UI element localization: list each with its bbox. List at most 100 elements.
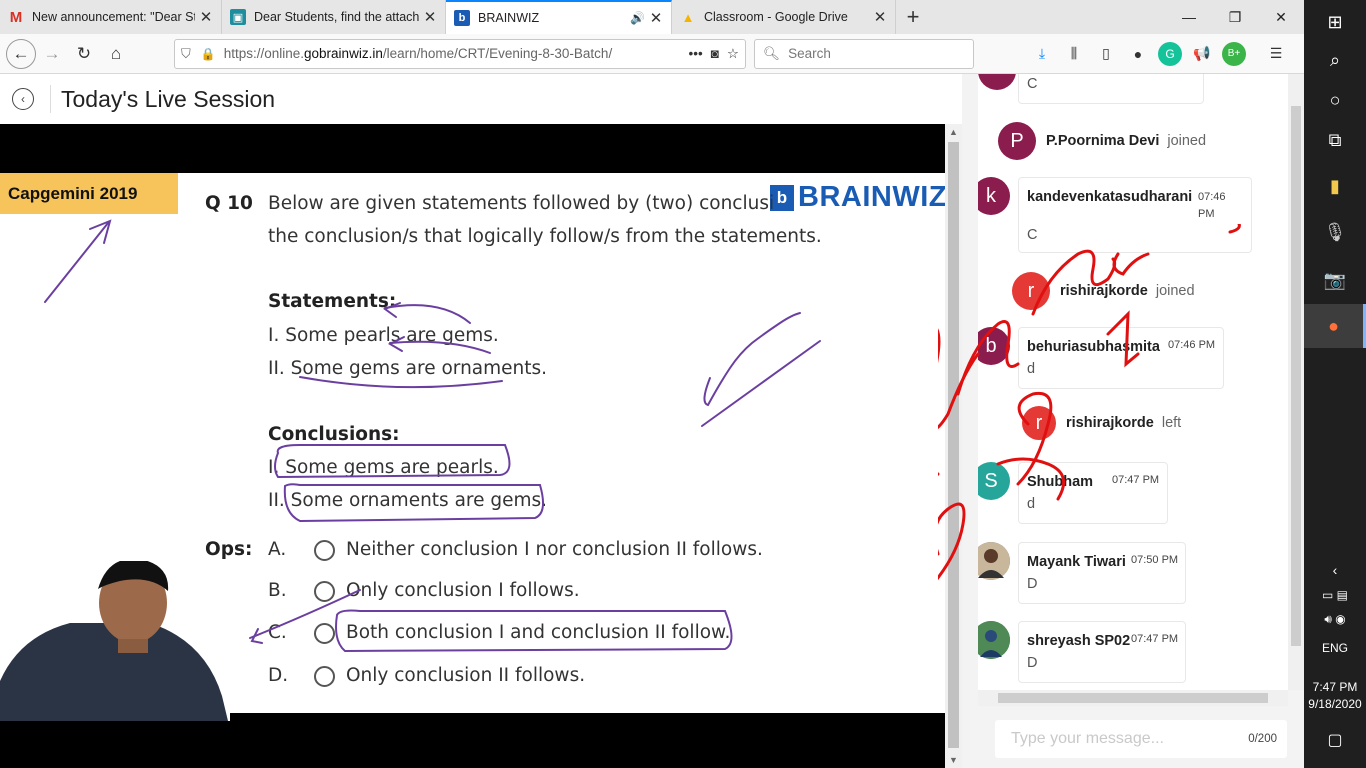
option-b-radio: [314, 581, 335, 602]
shield-icon[interactable]: ⛉: [181, 46, 191, 62]
chat-horizontal-scrollbar[interactable]: [978, 690, 1288, 706]
back-button[interactable]: ←: [6, 38, 36, 69]
recorder-icon[interactable]: 🎙: [1304, 210, 1366, 254]
chat-scrollbar[interactable]: [1288, 74, 1304, 690]
slide: Capgemini 2019 b BRAINWIZ Q 10 Below are…: [0, 173, 945, 721]
header-divider: [50, 85, 51, 113]
grammarly-icon[interactable]: G: [1158, 41, 1182, 66]
option-b-letter: B.: [268, 580, 287, 601]
live-video[interactable]: Capgemini 2019 b BRAINWIZ Q 10 Below are…: [0, 124, 945, 768]
option-c-radio: [314, 623, 335, 644]
forward-button[interactable]: →: [36, 38, 68, 70]
menu-icon[interactable]: ☰: [1264, 42, 1288, 66]
chat-input-box: 0/200: [995, 720, 1287, 758]
question-line-1: Below are given statements followed by (…: [268, 193, 775, 214]
firefox-icon[interactable]: ●: [1304, 304, 1366, 348]
tab-title: BRAINWIZ: [478, 11, 540, 25]
company-tag: Capgemini 2019: [0, 173, 178, 214]
scroll-up-icon[interactable]: ▲: [945, 124, 962, 140]
brainwiz-icon: b: [454, 10, 470, 26]
message-bubble: [1018, 621, 1186, 683]
new-tab-button[interactable]: +: [896, 0, 930, 34]
language-indicator[interactable]: ENG: [1304, 641, 1366, 655]
statement-1: I. Some pearls are gems.: [268, 325, 499, 346]
url-text: https://online.gobrainwiz.in/learn/home/…: [223, 46, 613, 61]
tab-gmail[interactable]: M New announcement: "Dear Stu ✕: [0, 0, 222, 34]
pocket-icon[interactable]: ◙: [711, 46, 719, 61]
tab-classroom[interactable]: ▣ Dear Students, find the attache ✕: [222, 0, 446, 34]
option-a-radio: [314, 540, 335, 561]
windows-taskbar: ⊞ ⌕ ○ ⧉ ▮ 🎙 📷 ● ‹ ▭ ▤ 🔊︎ ◉ ENG 7:47 PM 9…: [1304, 0, 1366, 768]
notifications-icon[interactable]: ▢: [1304, 730, 1366, 750]
annotation-ink-red: [938, 224, 1241, 581]
extension-icon[interactable]: B+: [1222, 41, 1246, 66]
conclusion-2: II. Some ornaments are gems.: [268, 490, 548, 511]
conclusions-heading: Conclusions:: [268, 424, 400, 445]
task-view-icon[interactable]: ⧉: [1304, 118, 1366, 162]
tab-title: Dear Students, find the attache: [254, 10, 419, 24]
question-number: Q 10: [205, 193, 253, 214]
option-d-letter: D.: [268, 665, 289, 686]
chat-message-input[interactable]: [1011, 730, 1249, 748]
option-c-letter: C.: [268, 622, 287, 643]
reload-button[interactable]: ↻: [68, 38, 100, 70]
download-icon[interactable]: ⤓: [1030, 42, 1054, 66]
message-bubble: [1018, 74, 1204, 104]
join-notice: P P.Poornima Devi joined: [998, 122, 1206, 160]
page-header: ‹ Today's Live Session: [0, 74, 962, 124]
screen: M New announcement: "Dear Stu ✕ ▣ Dear S…: [0, 0, 1366, 768]
char-counter: 0/200: [1248, 733, 1277, 745]
scrollbar-thumb[interactable]: [1291, 106, 1301, 646]
tab-google-drive[interactable]: ▲ Classroom - Google Drive ✕: [672, 0, 896, 34]
clock-time[interactable]: 7:47 PM: [1304, 680, 1366, 694]
scrollbar-thumb[interactable]: [998, 693, 1268, 703]
navigation-bar: ← → ↻ ⌂ ⛉ 🔒 https://online.gobrainwiz.in…: [0, 34, 1304, 74]
option-d-radio: [314, 666, 335, 687]
close-window-button[interactable]: ✕: [1258, 0, 1304, 34]
browser-tab-strip: M New announcement: "Dear Stu ✕ ▣ Dear S…: [0, 0, 1304, 34]
speaker-icon[interactable]: 🔊: [630, 11, 645, 25]
search-field[interactable]: 🔍︎ Search: [754, 38, 974, 69]
avatar: [978, 74, 1016, 90]
camera-icon[interactable]: 📷: [1304, 258, 1366, 302]
account-icon[interactable]: ●: [1126, 42, 1150, 66]
library-icon[interactable]: ⫼: [1062, 42, 1086, 66]
conclusion-1: I. Some gems are pearls.: [268, 457, 499, 478]
tab-title: Classroom - Google Drive: [704, 10, 848, 24]
minimize-button[interactable]: —: [1166, 0, 1212, 34]
close-tab-icon[interactable]: ✕: [649, 9, 663, 27]
presenter-webcam: [0, 561, 230, 721]
home-button[interactable]: ⌂: [100, 38, 132, 70]
sidebar-icon[interactable]: ▯: [1094, 42, 1118, 66]
scroll-down-icon[interactable]: ▼: [945, 752, 962, 768]
show-hidden-icons[interactable]: ‹: [1304, 562, 1366, 578]
megaphone-icon[interactable]: 📢: [1190, 42, 1214, 66]
brainwiz-logo: b BRAINWIZ: [770, 181, 945, 214]
page-actions-icon[interactable]: •••: [689, 46, 703, 61]
statement-2: II. Some gems are ornaments.: [268, 358, 548, 379]
power-network-icon[interactable]: ▭ ▤: [1304, 588, 1366, 602]
statements-heading: Statements:: [268, 291, 397, 312]
page-title: Today's Live Session: [61, 85, 276, 112]
close-tab-icon[interactable]: ✕: [873, 8, 887, 26]
tab-brainwiz[interactable]: b BRAINWIZ 🔊 ✕: [446, 0, 672, 34]
volume-icon[interactable]: 🔊︎ ◉: [1304, 612, 1366, 627]
window-controls: — ❐ ✕: [1166, 0, 1304, 34]
clock-date[interactable]: 9/18/2020: [1304, 697, 1366, 711]
cortana-icon[interactable]: ○: [1304, 78, 1366, 122]
tab-title: New announcement: "Dear Stu: [32, 10, 195, 24]
search-icon[interactable]: ⌕: [1304, 38, 1366, 82]
question-line-2: the conclusion/s that logically follow/s…: [268, 226, 822, 247]
bookmark-star-icon[interactable]: ☆: [727, 46, 739, 62]
avatar: k: [978, 177, 1010, 215]
restore-button[interactable]: ❐: [1212, 0, 1258, 34]
close-tab-icon[interactable]: ✕: [199, 8, 213, 26]
back-circle-icon[interactable]: ‹: [12, 88, 34, 110]
close-tab-icon[interactable]: ✕: [423, 8, 437, 26]
url-bar[interactable]: ⛉ 🔒 https://online.gobrainwiz.in/learn/h…: [174, 38, 746, 69]
file-explorer-icon[interactable]: ▮: [1304, 164, 1366, 208]
options-label: Ops:: [205, 539, 253, 560]
lock-icon[interactable]: 🔒: [201, 47, 216, 61]
gmail-icon: M: [9, 8, 23, 26]
avatar: [978, 621, 1010, 659]
